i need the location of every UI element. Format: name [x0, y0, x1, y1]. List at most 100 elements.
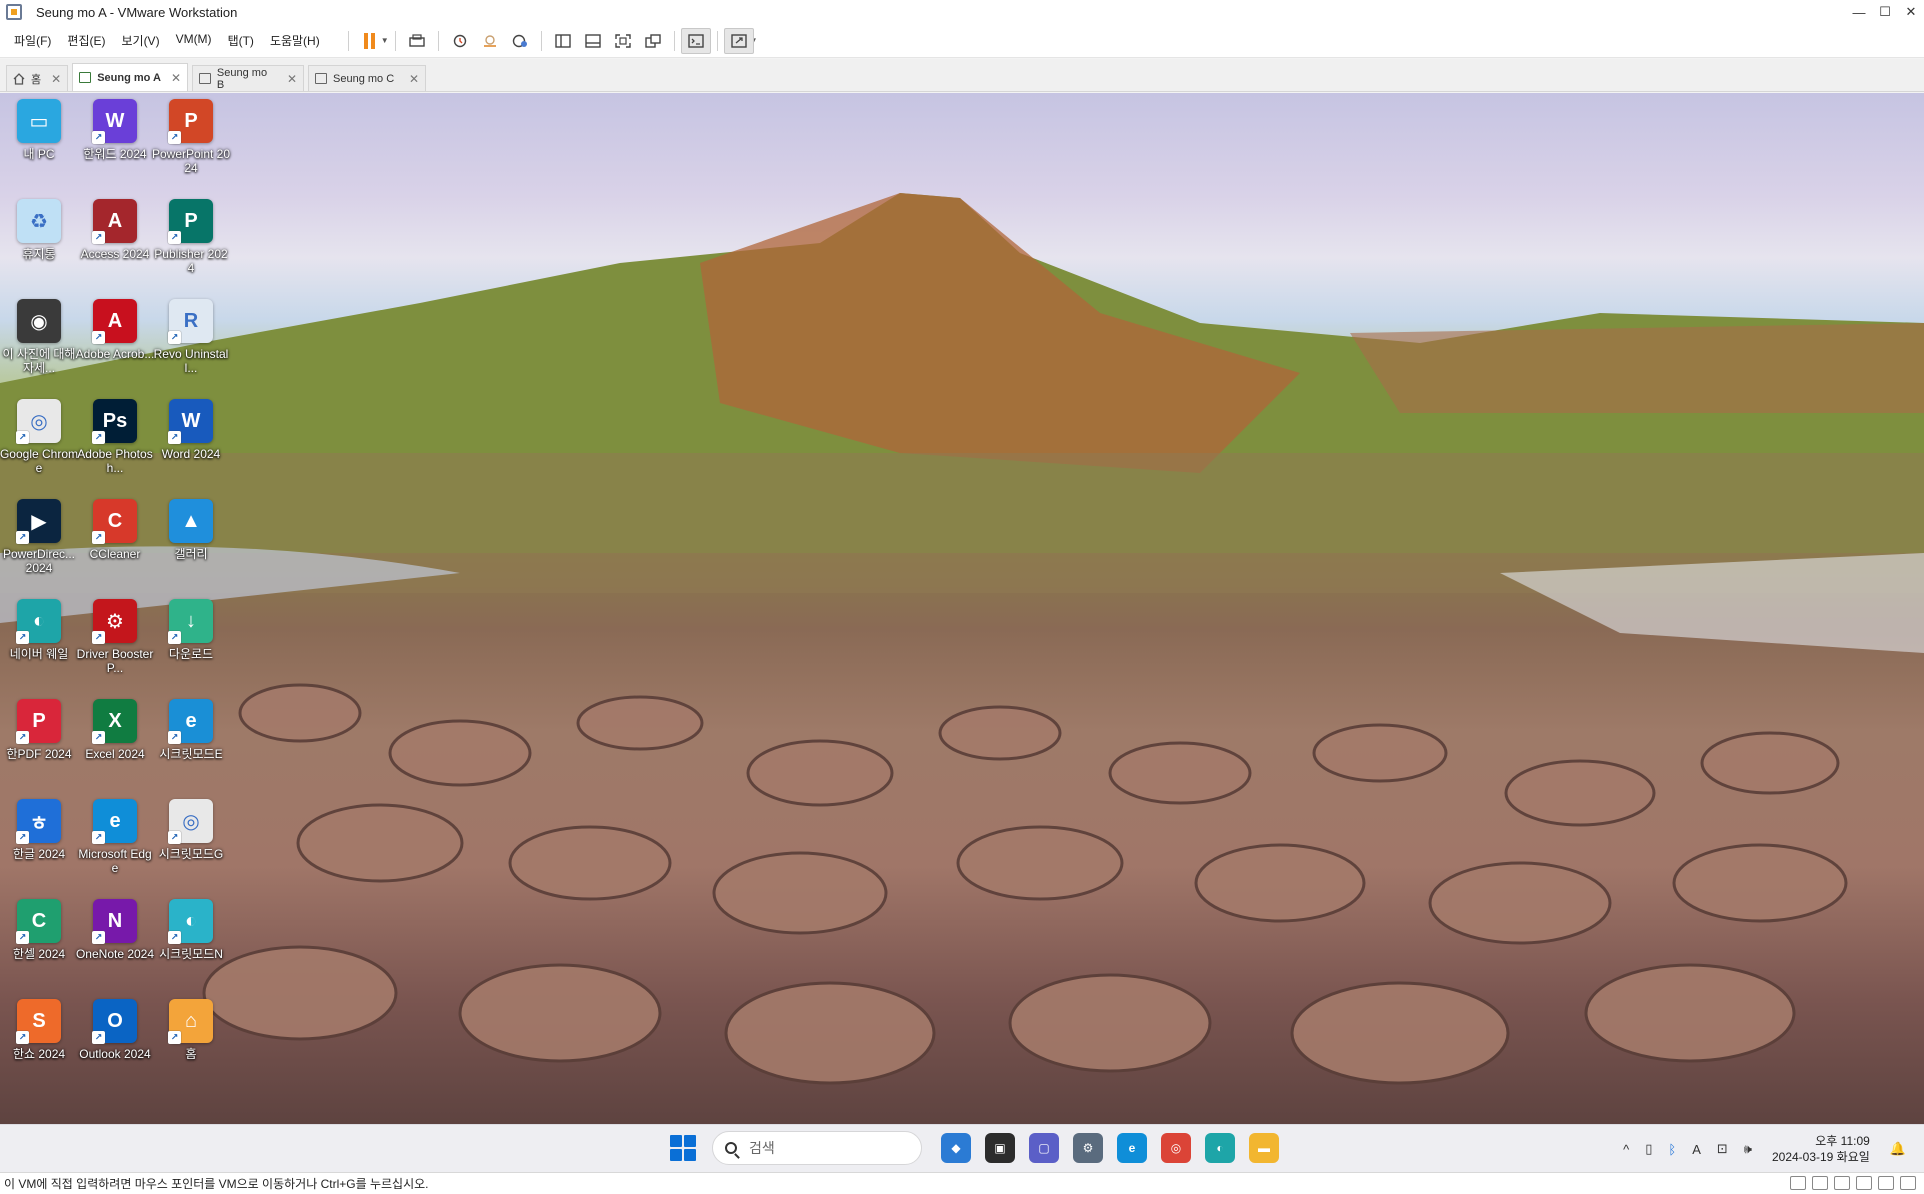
- tab-seung-mo-b[interactable]: Seung mo B ✕: [192, 65, 305, 91]
- home-folder-icon: ⌂ ↗: [168, 999, 213, 1044]
- desktop-icon[interactable]: A ↗ Adobe Acrob...: [76, 299, 154, 361]
- desktop-icon[interactable]: N ↗ OneNote 2024: [76, 899, 154, 961]
- maximize-button[interactable]: ☐: [1872, 0, 1898, 24]
- desktop-icon-label: Word 2024: [161, 447, 221, 461]
- desktop-icon[interactable]: O ↗ Outlook 2024: [77, 999, 153, 1061]
- copilot-icon[interactable]: ◆: [941, 1133, 971, 1163]
- taskbar-clock[interactable]: 오후 11:09 2024-03-19 화요일: [1772, 1133, 1870, 1165]
- desktop-icon[interactable]: R ↗ Revo Uninstall...: [153, 299, 229, 375]
- whale-icon[interactable]: ◐: [1205, 1133, 1235, 1163]
- desktop-icon-label: 갤러리: [174, 547, 208, 561]
- desktop-icon[interactable]: P ↗ 한PDF 2024: [1, 699, 77, 761]
- input-method-icon[interactable]: A: [1692, 1142, 1701, 1157]
- cd-drive-icon[interactable]: [1812, 1176, 1828, 1190]
- revert-snapshot-button[interactable]: [475, 28, 505, 54]
- message-log-icon[interactable]: [1900, 1176, 1916, 1190]
- chrome-icon: ◎ ↗: [16, 399, 61, 444]
- menu-file[interactable]: 파일(F): [6, 32, 59, 49]
- task-view-icon[interactable]: ▣: [985, 1133, 1015, 1163]
- acrobat-icon: A ↗: [92, 299, 137, 344]
- menu-tabs[interactable]: 탭(T): [220, 32, 262, 49]
- close-button[interactable]: ✕: [1898, 0, 1924, 24]
- network-icon[interactable]: ⊡: [1717, 1141, 1728, 1157]
- desktop-icon[interactable]: ◉ 이 사진에 대해 자세...: [1, 299, 77, 375]
- edge-icon: e ↗: [92, 799, 137, 844]
- close-tab-icon[interactable]: ✕: [399, 72, 419, 86]
- access-icon: A ↗: [92, 199, 137, 244]
- desktop-icon[interactable]: ㅎ ↗ 한글 2024: [1, 799, 77, 861]
- file-explorer-icon[interactable]: ▬: [1249, 1133, 1279, 1163]
- toolbar-separator: [540, 30, 542, 51]
- desktop-icon[interactable]: ◐ ↗ 네이버 웨일: [1, 599, 77, 661]
- desktop-icon[interactable]: P ↗ Publisher 2024: [153, 199, 229, 275]
- desktop-icon[interactable]: C ↗ CCleaner: [77, 499, 153, 561]
- menu-view[interactable]: 보기(V): [113, 32, 167, 49]
- edge-icon[interactable]: e: [1117, 1133, 1147, 1163]
- desktop-icon[interactable]: ▭ 내 PC: [1, 99, 77, 161]
- full-screen-button[interactable]: [608, 28, 638, 54]
- menu-edit[interactable]: 편집(E): [59, 32, 113, 49]
- usb-device-icon[interactable]: ▯: [1645, 1141, 1652, 1157]
- close-tab-icon[interactable]: ✕: [161, 71, 181, 85]
- show-library-button[interactable]: [548, 28, 578, 54]
- taskbar-search[interactable]: 검색: [712, 1131, 922, 1165]
- tab-home[interactable]: 홈 ✕: [6, 65, 69, 91]
- thumbnail-bar-icon: [584, 33, 601, 48]
- minimize-button[interactable]: —: [1846, 0, 1872, 24]
- vm-screen[interactable]: ▭ 내 PC W ↗ 한워드 2024 P ↗ PowerPoint 2024 ♻ 휴지통 A ↗ Ac…: [0, 93, 1924, 1124]
- unity-button[interactable]: [638, 28, 668, 54]
- desktop-icon[interactable]: e ↗ Microsoft Edge: [77, 799, 153, 875]
- desktop-icon[interactable]: ⌂ ↗ 홈: [153, 999, 229, 1061]
- menu-vm[interactable]: VM(M): [168, 32, 220, 49]
- photo-info-icon: ◉: [17, 299, 61, 343]
- network-adapter-icon[interactable]: [1834, 1176, 1850, 1190]
- desktop-icon[interactable]: Ps ↗ Adobe Photosh...: [77, 399, 153, 475]
- desktop-icon[interactable]: ↓ ↗ 다운로드: [153, 599, 229, 661]
- close-tab-icon[interactable]: ✕: [277, 72, 297, 86]
- desktop-icon[interactable]: X ↗ Excel 2024: [77, 699, 153, 761]
- notification-bell-icon[interactable]: 🔔: [1890, 1141, 1906, 1157]
- chrome-icon[interactable]: ◎: [1161, 1133, 1191, 1163]
- desktop-icon[interactable]: P ↗ PowerPoint 2024: [152, 99, 230, 175]
- show-hidden-icons[interactable]: ^: [1623, 1142, 1629, 1157]
- display-icon[interactable]: [1878, 1176, 1894, 1190]
- desktop-icon[interactable]: ⚙ ↗ Driver Booster P...: [77, 599, 153, 675]
- desktop-icon[interactable]: W ↗ Word 2024: [153, 399, 229, 461]
- menu-help[interactable]: 도움말(H): [262, 32, 328, 49]
- snapshot-manager-button[interactable]: [505, 28, 535, 54]
- send-ctrl-alt-del-button[interactable]: [402, 28, 432, 54]
- desktop-icon[interactable]: ◎ ↗ Google Chrome: [0, 399, 78, 475]
- bluetooth-icon[interactable]: ᛒ: [1668, 1142, 1676, 1157]
- settings-icon[interactable]: ⚙: [1073, 1133, 1103, 1163]
- device-status-icons: [1790, 1176, 1916, 1190]
- suspend-button[interactable]: [355, 28, 385, 54]
- desktop-icon[interactable]: S ↗ 한쇼 2024: [1, 999, 77, 1061]
- close-tab-icon[interactable]: ✕: [41, 72, 61, 86]
- tab-seung-mo-a[interactable]: Seung mo A ✕: [72, 63, 189, 91]
- desktop-icon[interactable]: ▲ 갤러리: [153, 499, 229, 561]
- desktop-icon[interactable]: W ↗ 한워드 2024: [77, 99, 153, 161]
- shortcut-arrow-icon: ↗: [92, 231, 105, 244]
- hanword-icon: W ↗: [92, 99, 137, 144]
- hard-disk-icon[interactable]: [1790, 1176, 1806, 1190]
- powerdirector-icon: ▶ ↗: [16, 499, 61, 544]
- windows-start-icon[interactable]: [670, 1135, 696, 1161]
- tab-seung-mo-c[interactable]: Seung mo C ✕: [308, 65, 427, 91]
- desktop-icon[interactable]: A ↗ Access 2024: [77, 199, 153, 261]
- console-view-button[interactable]: [680, 27, 711, 54]
- desktop-icon[interactable]: ◐ ↗ 시크릿모드N: [153, 899, 229, 961]
- show-thumbnail-bar-button[interactable]: [578, 28, 608, 54]
- toolbar-separator: [347, 30, 349, 51]
- teams-chat-icon[interactable]: ▢: [1029, 1133, 1059, 1163]
- stretch-guest-button[interactable]: [723, 27, 754, 54]
- desktop-icon[interactable]: C ↗ 한셀 2024: [1, 899, 77, 961]
- desktop-icon[interactable]: ▶ ↗ PowerDirec... 2024: [1, 499, 77, 575]
- volume-icon[interactable]: 🕪: [1744, 1141, 1752, 1157]
- vm-icon: [199, 73, 211, 84]
- desktop-icon[interactable]: ◎ ↗ 시크릿모드G: [153, 799, 229, 861]
- sound-card-icon[interactable]: [1856, 1176, 1872, 1190]
- guest-taskbar: 검색 ◆ ▣ ▢ ⚙ e ◎ ◐ ▬ ^ ▯ ᛒ A ⊡ 🕪 오후 11:09 2024-03…: [0, 1124, 1924, 1172]
- desktop-icon[interactable]: ♻ 휴지통: [1, 199, 77, 261]
- snapshot-button[interactable]: [445, 28, 475, 54]
- desktop-icon[interactable]: e ↗ 시크릿모드E: [153, 699, 229, 761]
